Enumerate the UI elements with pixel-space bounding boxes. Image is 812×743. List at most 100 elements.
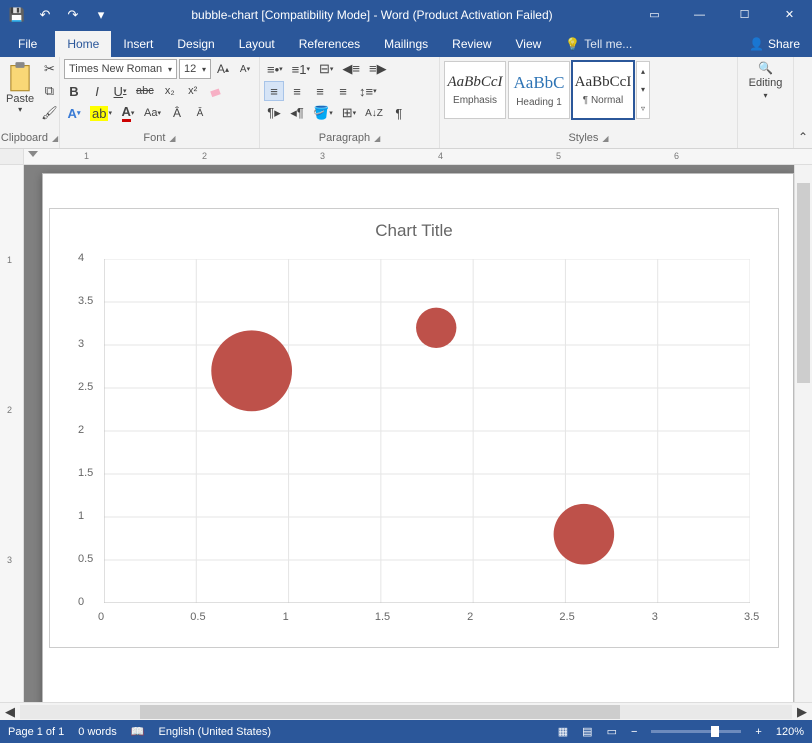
rtl-icon[interactable]: ◂¶ [287,103,307,123]
align-right-icon[interactable]: ≡ [310,81,330,101]
styles-gallery-more-icon[interactable]: ▴▾▿ [636,61,650,119]
tab-references[interactable]: References [287,31,372,57]
minimize-icon[interactable]: — [677,0,722,29]
undo-icon[interactable]: ↶ [34,4,56,26]
styles-launcher-icon[interactable]: ◢ [602,134,608,143]
text-effects-icon[interactable]: A▾ [64,103,84,123]
subscript-icon[interactable]: x₂ [160,81,180,101]
close-icon[interactable]: ✕ [767,0,812,29]
font-name-select[interactable]: Times New Roman▾ [64,59,177,79]
font-name-value: Times New Roman [69,63,162,75]
scroll-left-icon[interactable]: ◀ [0,702,20,722]
chart-object[interactable]: Chart Title 00.511.522.533.500.511.522.5… [49,208,779,648]
word-count[interactable]: 0 words [78,726,117,738]
line-spacing-icon[interactable]: ↕≡▾ [356,81,380,101]
bubble-point[interactable] [554,504,615,565]
style-emphasis[interactable]: AaBbCcI Emphasis [444,61,506,119]
horizontal-scroll-track[interactable] [20,705,792,719]
ruler-horizontal[interactable]: 123456 [0,149,812,165]
style-preview: AaBbCcI [448,74,503,91]
vertical-scrollbar[interactable] [794,165,812,702]
align-left-icon[interactable]: ≡ [264,81,284,101]
x-tick-label: 1 [283,611,289,623]
zoom-level[interactable]: 120% [776,726,804,738]
superscript-icon[interactable]: x² [183,81,203,101]
font-launcher-icon[interactable]: ◢ [169,134,175,143]
tab-insert[interactable]: Insert [111,31,165,57]
bubble-point[interactable] [416,308,456,348]
horizontal-scroll-thumb[interactable] [140,705,620,719]
borders-icon[interactable]: ⊞▾ [339,103,359,123]
font-size-select[interactable]: 12▾ [179,59,211,79]
font-color-icon[interactable]: A▾ [118,103,138,123]
zoom-slider[interactable] [651,730,741,733]
shading-icon[interactable]: 🪣▾ [310,103,336,123]
strikethrough-icon[interactable]: abc [133,81,157,101]
ribbon-tabs: File Home Insert Design Layout Reference… [0,29,812,57]
shrink-font-icon[interactable]: A▾ [235,59,255,79]
style-preview: AaBbC [514,73,565,93]
style-normal[interactable]: AaBbCcI ¶ Normal [572,61,634,119]
style-name: ¶ Normal [583,95,623,106]
ribbon-options-icon[interactable]: ▭ [632,0,677,29]
chart-plot-area[interactable]: 00.511.522.533.500.511.522.533.54 [104,259,750,603]
page-scroll[interactable]: Chart Title 00.511.522.533.500.511.522.5… [24,165,812,702]
zoom-out-icon[interactable]: − [631,726,637,738]
page[interactable]: Chart Title 00.511.522.533.500.511.522.5… [42,173,794,702]
cut-icon[interactable]: ✂ [38,59,61,79]
underline-icon[interactable]: U▾ [110,81,130,101]
ruler-vertical[interactable]: 123 [0,165,24,702]
sort-icon[interactable]: A↓Z [362,103,386,123]
tab-design[interactable]: Design [165,31,226,57]
grow-font-icon[interactable]: A▴ [213,59,233,79]
decrease-indent-icon[interactable]: ◀≡ [339,59,363,79]
style-heading1[interactable]: AaBbC Heading 1 [508,61,570,119]
language-status[interactable]: English (United States) [159,726,272,738]
char-scale-up-icon[interactable]: Â [167,103,187,123]
change-case-icon[interactable]: Aa▾ [141,103,164,123]
italic-icon[interactable]: I [87,81,107,101]
qat-customize-icon[interactable]: ▾ [90,4,112,26]
highlight-icon[interactable]: ab▾ [87,103,115,123]
x-tick-label: 2 [467,611,473,623]
tab-mailings[interactable]: Mailings [372,31,440,57]
title-bar: 💾 ↶ ↷ ▾ bubble-chart [Compatibility Mode… [0,0,812,29]
bubble-point[interactable] [211,330,292,411]
paragraph-launcher-icon[interactable]: ◢ [374,134,380,143]
font-size-value: 12 [184,63,196,75]
page-status[interactable]: Page 1 of 1 [8,726,64,738]
ltr-icon[interactable]: ¶▸ [264,103,284,123]
maximize-icon[interactable]: ☐ [722,0,767,29]
redo-icon[interactable]: ↷ [62,4,84,26]
bold-icon[interactable]: B [64,81,84,101]
zoom-in-icon[interactable]: + [755,726,761,738]
clear-format-icon[interactable] [206,81,226,101]
char-scale-down-icon[interactable]: Ǎ [190,103,210,123]
tab-home[interactable]: Home [55,31,111,57]
save-icon[interactable]: 💾 [6,4,28,26]
editing-button[interactable]: 🔍 Editing ▾ [749,61,783,100]
clipboard-launcher-icon[interactable]: ◢ [52,134,58,143]
vertical-scroll-thumb[interactable] [797,183,810,383]
align-center-icon[interactable]: ≡ [287,81,307,101]
share-button[interactable]: 👤 Share [737,31,812,57]
show-marks-icon[interactable]: ¶ [389,103,409,123]
numbering-icon[interactable]: ≡1▾ [289,59,313,79]
format-painter-icon[interactable]: 🖌 [38,103,61,123]
chart-title[interactable]: Chart Title [50,209,778,247]
tab-file[interactable]: File [0,31,55,57]
scroll-right-icon[interactable]: ▶ [792,702,812,722]
justify-icon[interactable]: ≡ [333,81,353,101]
copy-icon[interactable]: ⧉ [38,81,61,101]
tab-layout[interactable]: Layout [227,31,287,57]
paste-button[interactable]: Paste ▾ [4,59,36,116]
increase-indent-icon[interactable]: ≡▶ [366,59,390,79]
multilevel-icon[interactable]: ⊟▾ [316,59,336,79]
zoom-knob[interactable] [711,726,719,737]
tell-me[interactable]: 💡 Tell me... [553,31,737,57]
bullets-icon[interactable]: ≡•▾ [264,59,286,79]
collapse-ribbon-icon[interactable]: ⌃ [794,57,812,148]
tab-view[interactable]: View [504,31,554,57]
horizontal-scrollbar[interactable]: ◀ ▶ [0,702,812,720]
tab-review[interactable]: Review [440,31,503,57]
